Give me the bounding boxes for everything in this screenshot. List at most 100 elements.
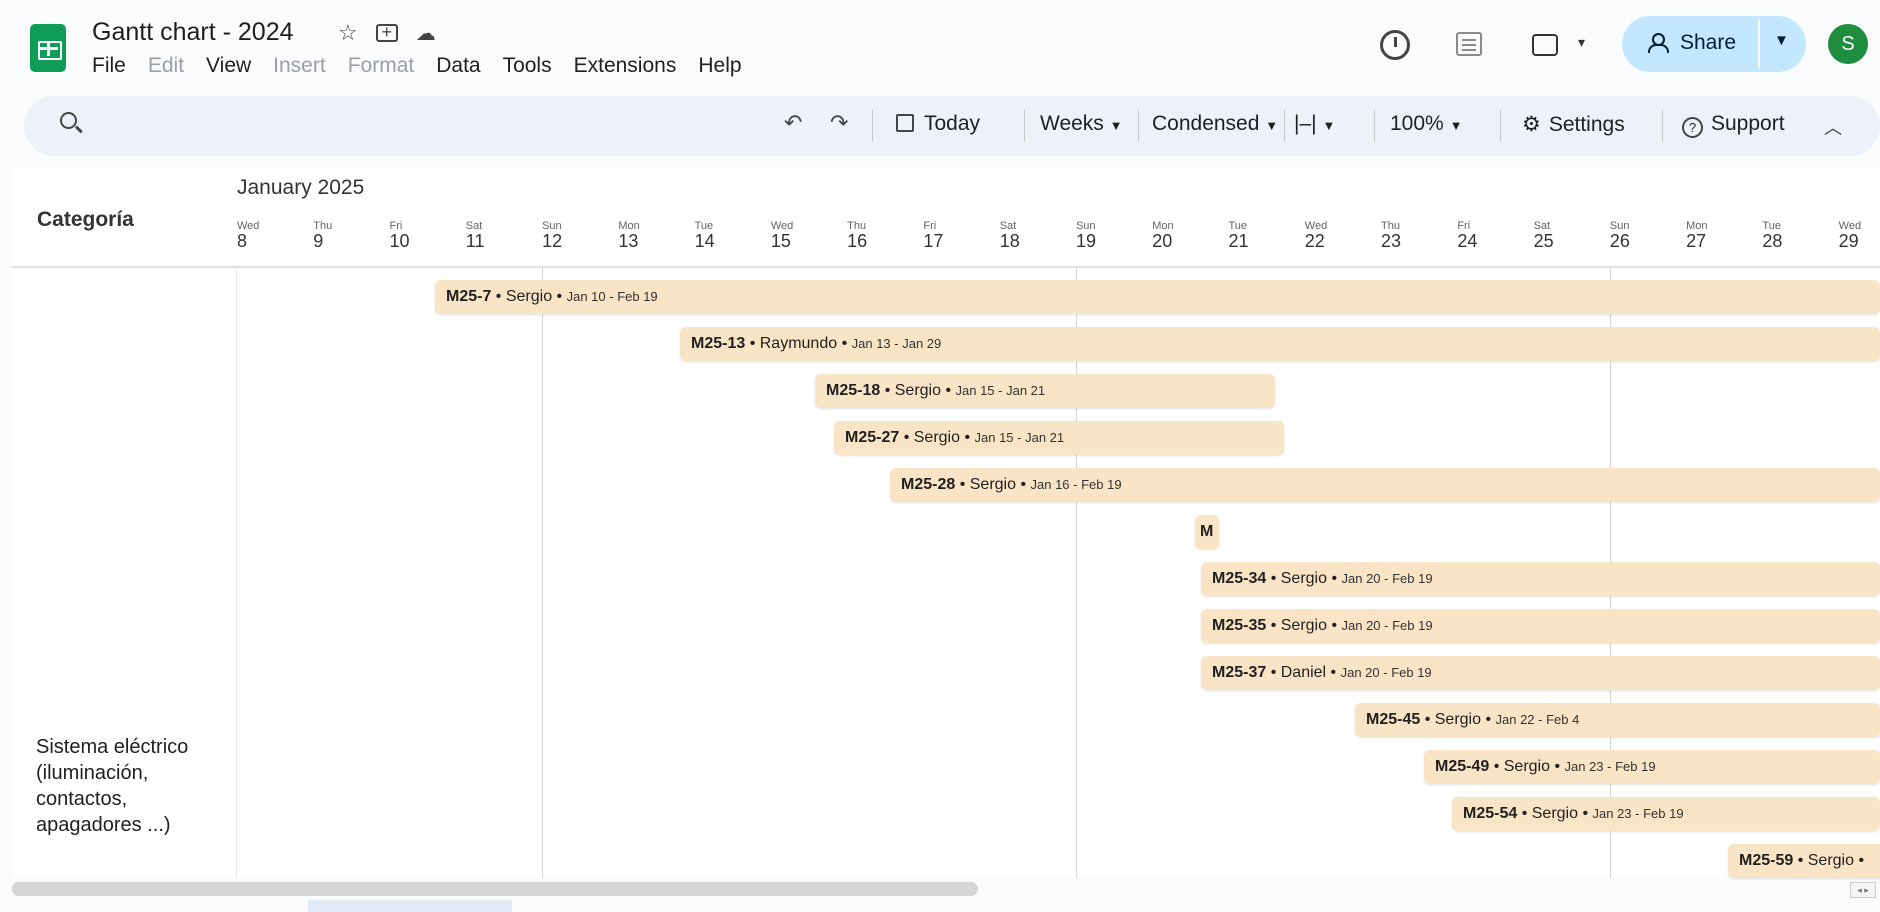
zoom-dropdown[interactable]: 100% ▼ <box>1390 112 1462 136</box>
day-header: Sun 19 <box>1076 220 1126 252</box>
day-header: Mon 20 <box>1152 220 1202 252</box>
task-bar[interactable]: M25-49 • Sergio • Jan 23 - Feb 19 <box>1424 750 1880 784</box>
category-label: Sistema eléctrico (iluminación, contacto… <box>36 736 189 836</box>
redo-icon[interactable]: ↷ <box>830 110 848 136</box>
task-bar[interactable]: M25-37 • Daniel • Jan 20 - Feb 19 <box>1201 656 1880 690</box>
help-icon: ? <box>1682 117 1703 138</box>
task-bar[interactable]: M25-18 • Sergio • Jan 15 - Jan 21 <box>815 374 1275 408</box>
day-header: Tue 21 <box>1229 220 1279 252</box>
title-actions: ☆ + ☁ <box>338 20 436 46</box>
avatar[interactable]: S <box>1828 24 1868 64</box>
task-id: M25-28 <box>901 476 956 493</box>
sheet-tabs-bar <box>0 900 1880 912</box>
document-title[interactable]: Gantt chart - 2024 <box>92 18 294 47</box>
column-width-icon: |–| <box>1294 112 1317 135</box>
task-owner: Sergio <box>894 382 941 399</box>
task-id: M25-27 <box>845 429 900 446</box>
move-to-folder-icon[interactable]: + <box>375 23 398 42</box>
task-bar[interactable]: M25-27 • Sergio • Jan 15 - Jan 21 <box>834 421 1284 455</box>
collapse-toolbar-icon[interactable]: ︿ <box>1824 114 1842 140</box>
settings-button[interactable]: ⚙ Settings <box>1522 112 1625 137</box>
calendar-icon <box>896 114 914 132</box>
toolbar-divider <box>1500 110 1501 142</box>
search-icon[interactable] <box>60 112 77 129</box>
menu-bar: File Edit View Insert Format Data Tools … <box>92 54 764 78</box>
task-bar[interactable]: M25-45 • Sergio • Jan 22 - Feb 4 <box>1355 703 1880 737</box>
toolbar-divider <box>1024 110 1025 142</box>
meet-dropdown-icon[interactable]: ▾ <box>1578 34 1585 51</box>
task-dates: Jan 23 - Feb 19 <box>1564 759 1656 774</box>
day-date: 16 <box>847 231 868 251</box>
task-id: M25-45 <box>1366 711 1421 728</box>
task-bar[interactable]: M25-7 • Sergio • Jan 10 - Feb 19 <box>435 280 1880 314</box>
day-date: 28 <box>1762 231 1783 251</box>
menu-extensions[interactable]: Extensions <box>574 54 677 78</box>
support-label: Support <box>1711 112 1785 135</box>
horizontal-scrollbar[interactable] <box>12 882 978 896</box>
menu-format[interactable]: Format <box>348 54 415 78</box>
scroll-arrows-icon[interactable]: ◂ ▸ <box>1850 882 1876 898</box>
menu-tools[interactable]: Tools <box>503 54 552 78</box>
toolbar-divider <box>1284 110 1285 142</box>
weeks-dropdown[interactable]: Weeks ▼ <box>1040 112 1123 136</box>
task-dates: Jan 15 - Jan 21 <box>955 383 1046 398</box>
day-date: 20 <box>1152 231 1173 251</box>
task-bar[interactable]: M25-13 • Raymundo • Jan 13 - Jan 29 <box>680 327 1880 361</box>
day-date: 29 <box>1838 231 1859 251</box>
gantt-app: Gantt chart - 2024 ☆ + ☁ File Edit View … <box>0 0 1880 912</box>
undo-icon[interactable]: ↶ <box>784 110 802 136</box>
day-header: Sun 12 <box>542 220 592 252</box>
share-dropdown-icon[interactable]: ▼ <box>1774 32 1789 49</box>
task-owner: Sergio <box>1531 805 1578 822</box>
day-header: Wed 29 <box>1839 220 1880 252</box>
menu-data[interactable]: Data <box>436 54 480 78</box>
menu-edit[interactable]: Edit <box>148 54 184 78</box>
star-icon[interactable]: ☆ <box>338 20 358 46</box>
day-header: Mon 27 <box>1686 220 1736 252</box>
task-dates: Jan 16 - Feb 19 <box>1030 477 1122 492</box>
day-header: Mon 13 <box>618 220 668 252</box>
task-owner: Sergio <box>1280 617 1327 634</box>
cloud-status-icon[interactable]: ☁ <box>416 21 436 46</box>
menu-view[interactable]: View <box>206 54 251 78</box>
task-dates: Jan 10 - Feb 19 <box>566 289 658 304</box>
task-bar[interactable]: M25-34 • Sergio • Jan 20 - Feb 19 <box>1201 562 1880 596</box>
sheets-logo-icon[interactable] <box>30 24 66 72</box>
today-label: Today <box>924 112 981 135</box>
meet-icon[interactable] <box>1532 34 1558 56</box>
support-button[interactable]: ? Support <box>1682 112 1785 138</box>
task-id: M25-59 <box>1739 852 1794 869</box>
task-owner: Sergio <box>913 429 960 446</box>
condensed-dropdown[interactable]: Condensed ▼ <box>1152 112 1278 136</box>
chevron-down-icon: ▼ <box>1109 118 1123 133</box>
day-date: 18 <box>999 231 1020 251</box>
today-button[interactable]: Today <box>896 112 980 136</box>
category-column-divider <box>236 268 237 878</box>
task-dates: Jan 13 - Jan 29 <box>851 336 942 351</box>
task-dates: Jan 22 - Feb 4 <box>1495 712 1580 727</box>
menu-file[interactable]: File <box>92 54 126 78</box>
task-id: M25-35 <box>1212 617 1267 634</box>
task-bar[interactable]: M25-59 • Sergio • <box>1728 844 1880 878</box>
task-bar[interactable]: M25-35 • Sergio • Jan 20 - Feb 19 <box>1201 609 1880 643</box>
task-id: M25-49 <box>1435 758 1490 775</box>
toolbar-divider <box>1374 110 1375 142</box>
task-bar[interactable]: M <box>1195 515 1219 549</box>
menu-help[interactable]: Help <box>698 54 741 78</box>
task-owner: Sergio <box>1503 758 1550 775</box>
chevron-down-icon: ▼ <box>1265 118 1279 133</box>
column-width-dropdown[interactable]: |–| ▼ <box>1294 112 1335 136</box>
task-id: M25-18 <box>826 382 881 399</box>
version-history-icon[interactable] <box>1380 30 1410 60</box>
day-header: Thu 9 <box>313 220 363 252</box>
day-header: Sat 18 <box>1000 220 1050 252</box>
task-owner: Raymundo <box>759 335 838 352</box>
comments-icon[interactable] <box>1456 32 1482 56</box>
share-button[interactable]: Share ▼ <box>1622 16 1806 72</box>
sheet-tab[interactable] <box>308 900 512 912</box>
task-bar[interactable]: M25-28 • Sergio • Jan 16 - Feb 19 <box>890 468 1880 502</box>
menu-insert[interactable]: Insert <box>273 54 326 78</box>
task-owner: Daniel <box>1280 664 1327 681</box>
task-bar[interactable]: M25-54 • Sergio • Jan 23 - Feb 19 <box>1452 797 1880 831</box>
app-header: Gantt chart - 2024 ☆ + ☁ File Edit View … <box>0 0 1880 92</box>
